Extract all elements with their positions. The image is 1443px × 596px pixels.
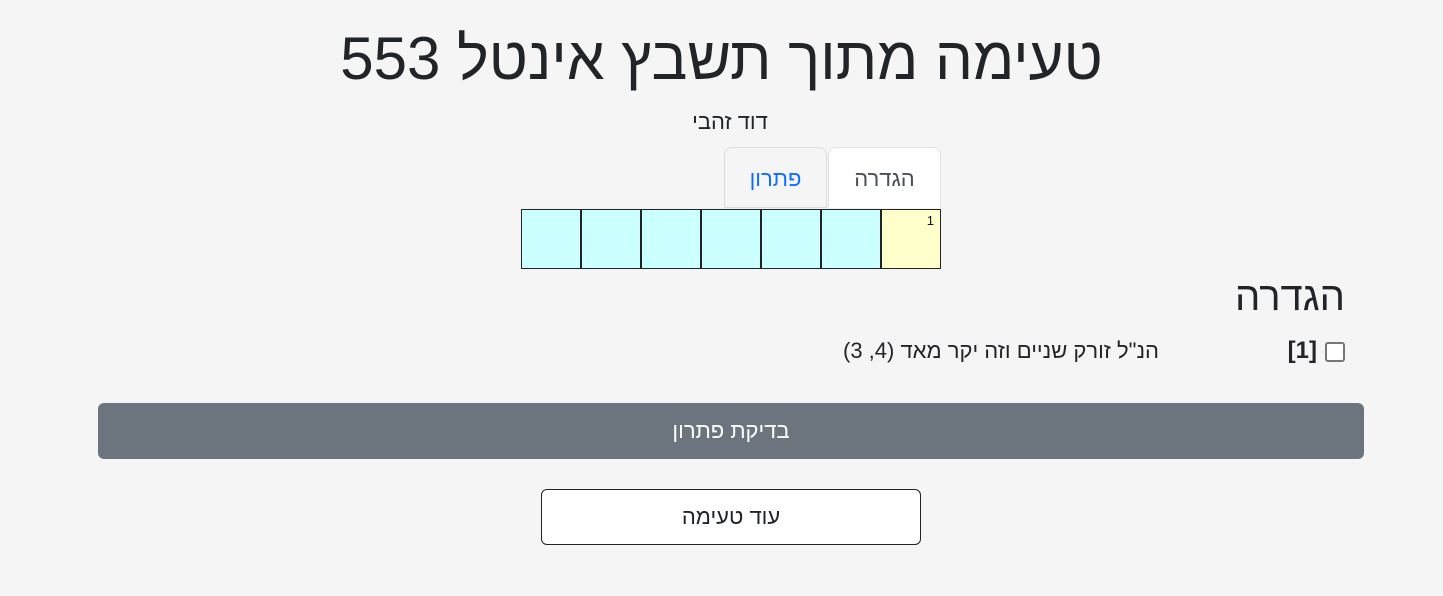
grid-cell[interactable]	[521, 209, 581, 269]
clue-checkbox[interactable]	[1325, 342, 1345, 362]
clue-text: הנ"ל זורק שניים וזה יקר מאד (4, 3)	[842, 338, 1159, 363]
crossword-grid: 1	[521, 209, 941, 269]
grid-cell[interactable]	[821, 209, 881, 269]
tab-definition[interactable]: הגדרה	[828, 147, 941, 208]
check-solution-button[interactable]: בדיקת פתרון	[98, 403, 1364, 459]
tab-solution[interactable]: פתרון	[724, 147, 827, 208]
grid-cell[interactable]	[581, 209, 641, 269]
author-name: דוד זהבי	[692, 109, 768, 134]
clue-number: [1]	[1287, 337, 1317, 364]
page-title: טעימה מתוך תשבץ אינטל 553	[340, 25, 1103, 92]
tab-bar: הגדרה פתרון	[724, 147, 941, 209]
grid-cell[interactable]	[701, 209, 761, 269]
more-sample-button[interactable]: עוד טעימה	[541, 489, 921, 545]
clues-heading: הגדרה	[1235, 275, 1345, 319]
cell-number: 1	[926, 213, 934, 228]
grid-cell[interactable]	[761, 209, 821, 269]
grid-cell[interactable]	[641, 209, 701, 269]
grid-cell-start[interactable]: 1	[881, 209, 941, 269]
clue-item: [1] הנ"ל זורק שניים וזה יקר מאד (4, 3)	[826, 336, 1346, 366]
